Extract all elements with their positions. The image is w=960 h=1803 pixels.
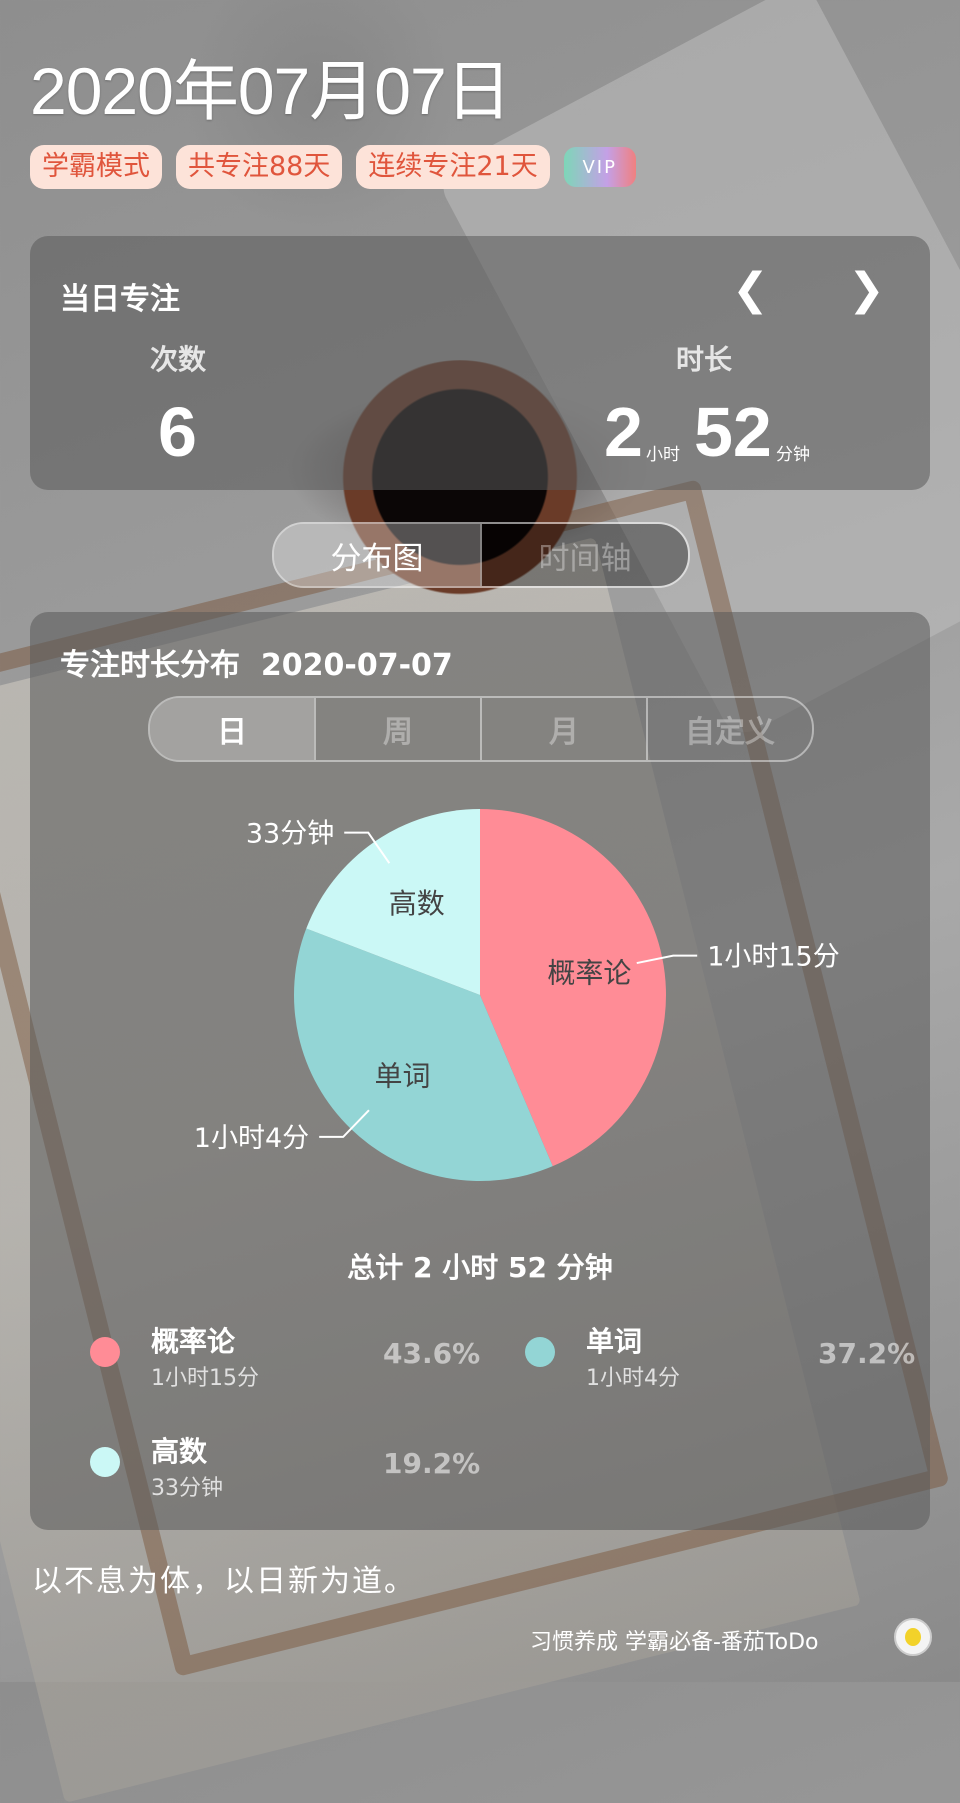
legend-percent-calculus: 19.2% [383, 1447, 481, 1480]
app-logo-icon [894, 1618, 932, 1656]
total-duration: 总计 2 小时 52 分钟 [347, 1251, 613, 1284]
legend-percent-probability: 43.6% [383, 1337, 481, 1370]
legend-time-vocabulary: 1小时4分 [586, 1366, 680, 1391]
legend-dot-vocabulary [525, 1337, 555, 1367]
pie-value-label-probability: 1小时15分 [707, 942, 840, 973]
pie-label-calculus: 高数 [389, 887, 445, 920]
pie-label-vocabulary: 单词 [375, 1059, 431, 1092]
pie-value-label-vocabulary: 1小时4分 [194, 1123, 309, 1154]
legend-dot-calculus [90, 1447, 120, 1477]
legend-name-calculus: 高数 [151, 1435, 208, 1468]
legend-name-vocabulary: 单词 [586, 1325, 643, 1358]
motto-quote: 以不息为体，以日新为道。 [32, 1564, 416, 1599]
focus-pie-chart: 概率论 1小时15分单词 1小时4分 高数 33分钟 [194, 809, 840, 1181]
legend-dot-probability [90, 1337, 120, 1367]
legend-time-probability: 1小时15分 [151, 1366, 259, 1391]
legend-name-probability: 概率论 [151, 1325, 236, 1358]
pie-value-label-calculus: 33分钟 [246, 819, 334, 850]
legend-time-calculus: 33分钟 [151, 1476, 223, 1501]
pie-label-probability: 概率论 [547, 957, 631, 990]
legend-percent-vocabulary: 37.2% [818, 1337, 916, 1370]
footer-slogan: 习惯养成 学霸必备-番茄ToDo [530, 1630, 819, 1655]
